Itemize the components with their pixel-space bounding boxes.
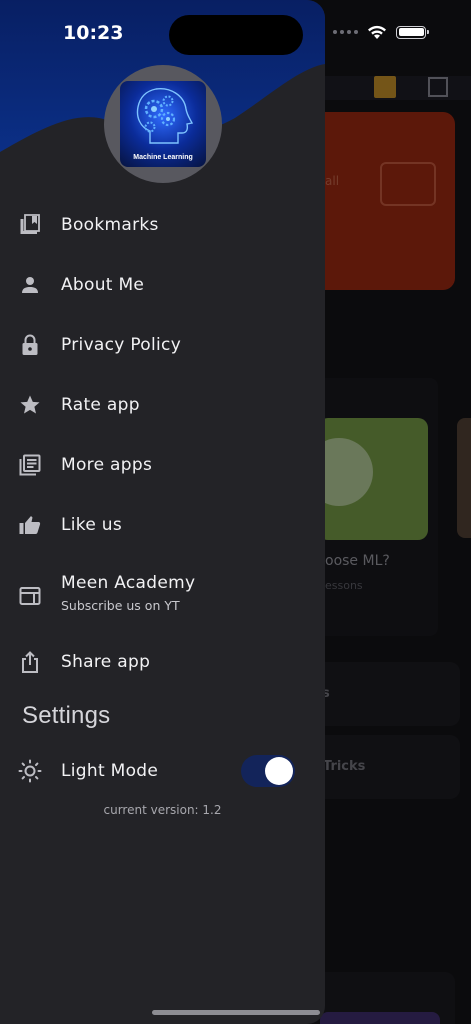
library-icon <box>19 454 41 476</box>
menu-item-label: Like us <box>61 515 123 535</box>
person-icon <box>22 277 38 293</box>
menu-item-label: Bookmarks <box>61 215 159 235</box>
menu-item-bookmarks[interactable]: Bookmarks <box>0 197 325 253</box>
toggle-knob <box>265 757 293 785</box>
navigation-drawer: Machine Learning Bookmarks About Me Priv… <box>0 0 325 1024</box>
menu-item-label: Meen Academy <box>61 573 196 593</box>
menu-item-like-us[interactable]: Like us <box>0 497 325 553</box>
wifi-icon <box>368 25 386 39</box>
menu-item-sublabel: Subscribe us on YT <box>61 598 180 613</box>
machine-learning-logo: Machine Learning <box>120 81 206 167</box>
menu-item-about-me[interactable]: About Me <box>0 257 325 313</box>
brain-gears-icon <box>136 88 194 144</box>
thumbs-up-icon <box>19 516 41 534</box>
menu-item-meen-academy[interactable]: Meen Academy Subscribe us on YT <box>0 564 325 628</box>
menu-item-label: Privacy Policy <box>61 335 182 355</box>
menu-item-label: About Me <box>61 275 145 295</box>
menu-item-share-app[interactable]: Share app <box>0 634 325 690</box>
menu-item-label: Rate app <box>61 395 140 415</box>
menu-item-rate-app[interactable]: Rate app <box>0 377 325 433</box>
version-text: current version: 1.2 <box>103 803 222 817</box>
lock-icon <box>22 334 38 355</box>
cellular-signal-icon <box>333 30 358 34</box>
app-avatar: Machine Learning <box>104 65 222 183</box>
logo-caption: Machine Learning <box>133 154 193 161</box>
web-icon <box>19 587 41 605</box>
menu-item-privacy-policy[interactable]: Privacy Policy <box>0 317 325 373</box>
status-indicators <box>333 24 429 40</box>
status-time: 10:23 <box>63 22 124 44</box>
menu-item-label: More apps <box>61 455 153 475</box>
bookmarks-icon <box>20 214 40 234</box>
sun-icon <box>18 759 42 783</box>
battery-icon <box>396 25 429 39</box>
star-icon <box>20 395 40 414</box>
dynamic-island <box>169 15 303 55</box>
menu-item-more-apps[interactable]: More apps <box>0 437 325 493</box>
home-indicator[interactable] <box>152 1010 320 1015</box>
share-icon <box>22 651 38 673</box>
menu-item-label: Light Mode <box>61 761 159 781</box>
menu-item-label: Share app <box>61 652 151 672</box>
settings-heading: Settings <box>22 702 111 729</box>
light-mode-toggle[interactable] <box>241 755 295 787</box>
